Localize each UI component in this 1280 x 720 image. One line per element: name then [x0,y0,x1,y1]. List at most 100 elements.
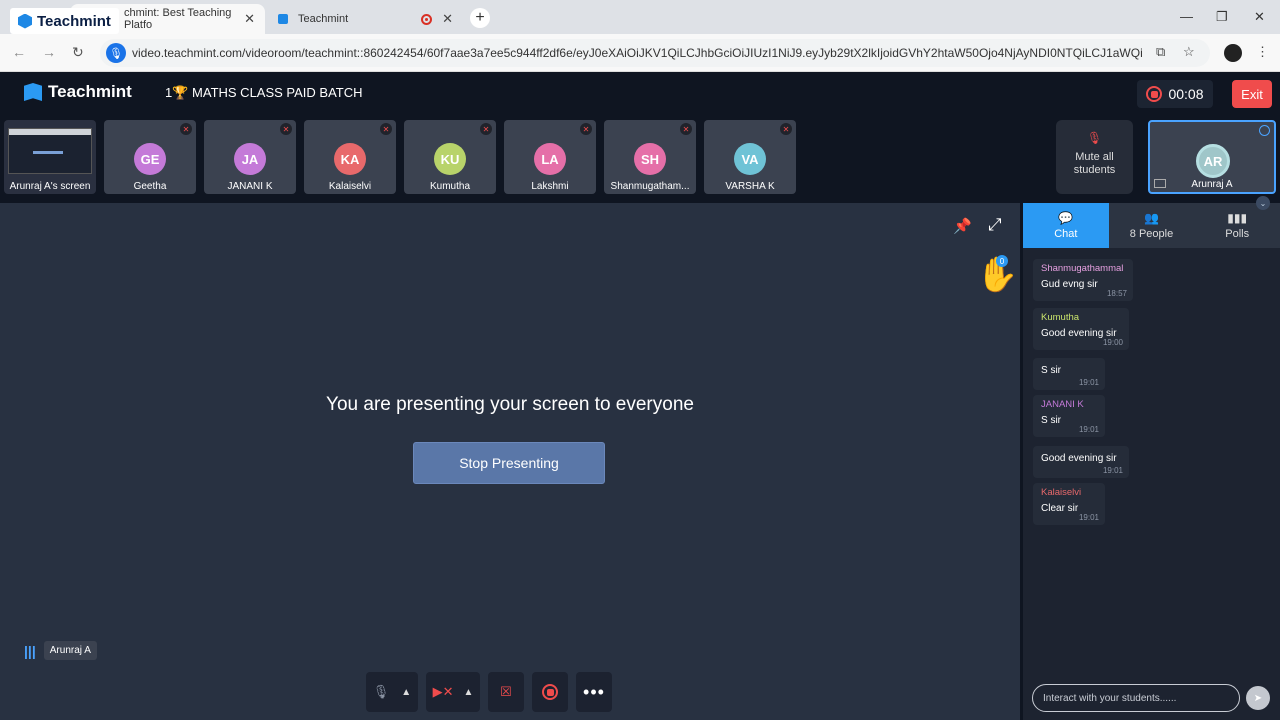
minimize-icon[interactable]: — [1180,9,1193,24]
audio-level-icon: ||| [24,642,36,659]
participant-tile[interactable]: ✕ SH Shanmugatham... [604,120,696,194]
chat-message: Kalaiselvi Clear sir 19:01 [1033,483,1105,525]
chat-message: JANANI K S sir 19:01 [1033,395,1105,437]
chat-message: Shanmugathammal Gud evng sir 18:57 [1033,259,1133,301]
close-icon[interactable]: ✕ [244,11,255,27]
message-time: 19:00 [1102,338,1123,347]
participant-tile[interactable]: ✕ GE Geetha [104,120,196,194]
teachmint-brand-overlay: Teachmint [10,8,119,34]
forward-icon[interactable]: → [42,44,56,60]
mic-access-icon[interactable]: 🎙 [106,43,126,63]
fullscreen-icon[interactable]: ⤢ [988,215,1002,235]
message-time: 19:01 [1102,466,1123,475]
chat-message: Good evening sir 19:01 [1033,446,1129,478]
recording-indicator-icon [421,13,433,25]
pin-icon[interactable]: 📌 [953,217,972,235]
record-icon [542,684,558,700]
camera-button[interactable]: ▶✕ ▲ [426,672,480,712]
participant-name: Geetha [133,181,167,192]
browser-menu-icon[interactable]: ⋮ [1256,44,1269,60]
avatar: KU [434,143,466,175]
participant-tile[interactable]: ✕ VA VARSHA K [704,120,796,194]
app-logo: Teachmint [24,82,132,102]
teachmint-logo-icon [18,13,32,29]
message-sender: Kalaiselvi [1041,487,1082,498]
microphone-button[interactable]: 🎙 ▲ [366,672,418,712]
tab-polls[interactable]: ▮▮▮ Polls [1194,203,1280,248]
chevron-up-icon[interactable]: ▲ [401,687,411,698]
presentation-stage: 📌 ⤢ ✋ 0 You are presenting your screen t… [0,203,1020,720]
participant-tile[interactable]: ✕ KA Kalaiselvi [304,120,396,194]
stop-presenting-button[interactable]: Stop Presenting [413,442,605,484]
install-app-icon[interactable]: ⧉ [1156,44,1165,60]
speaker-name: Arunraj A [43,641,97,660]
mute-all-button[interactable]: 🎙 Mute all students [1056,120,1133,194]
chevron-up-icon[interactable]: ▲ [463,687,473,698]
close-icon[interactable]: ✕ [442,11,453,27]
microphone-icon: 🎙 [372,684,390,699]
message-sender: Shanmugathammal [1041,263,1124,274]
avatar: SH [634,143,666,175]
host-name: Arunraj A [1191,179,1233,190]
panel-tabs: 💬 Chat 👥 8 People ▮▮▮ Polls [1023,203,1280,248]
info-icon[interactable] [1259,125,1270,136]
profile-avatar[interactable] [1224,44,1242,62]
chat-input[interactable]: Interact with your students...... [1032,684,1240,712]
tab-label: Polls [1225,228,1250,240]
participant-name: Lakshmi [531,181,569,192]
url-field[interactable]: 🎙 video.teachmint.com/videoroom/teachmin… [100,39,1210,67]
window-close-icon[interactable]: ✕ [1254,9,1265,25]
avatar: JA [234,143,266,175]
tab-people[interactable]: 👥 8 People [1109,203,1195,248]
raised-hand-count: 0 [996,255,1008,267]
tab-label: Chat [1054,228,1078,240]
record-icon [1146,86,1163,102]
mic-off-icon: ✕ [680,123,692,135]
avatar: KA [334,143,366,175]
brand-overlay-text: Teachmint [37,12,111,30]
message-text: Good evening sir [1041,453,1117,464]
screen-share-thumbnail [8,128,92,174]
reload-icon[interactable]: ↻ [72,44,84,61]
tab-label: 8 People [1129,228,1174,240]
avatar: GE [134,143,166,175]
send-icon: ➤ [1253,692,1263,704]
participant-name: JANANI K [227,181,273,192]
favicon-icon [278,14,288,24]
collapse-chevron-icon[interactable]: ⌄ [1256,196,1270,210]
record-button[interactable] [532,672,568,712]
exit-button[interactable]: Exit [1232,80,1272,108]
participant-tile-screen[interactable]: Arunraj A's screen [4,120,96,194]
participant-name: VARSHA K [725,181,775,192]
participant-name: Kalaiselvi [328,181,372,192]
browser-tab-title: Teachmint [298,13,349,25]
message-time: 18:57 [1106,289,1127,298]
stop-screen-share-button[interactable]: ☒ [488,672,524,712]
tab-chat[interactable]: 💬 Chat [1023,203,1109,248]
back-icon[interactable]: ← [12,44,26,60]
camera-off-icon: ▶✕ [432,684,454,699]
message-sender: JANANI K [1041,399,1084,410]
message-time: 19:01 [1078,513,1099,522]
host-avatar: AR [1196,144,1230,178]
more-options-button[interactable]: ••• [576,672,612,712]
participant-name: Shanmugatham... [610,181,690,192]
bookmark-star-icon[interactable]: ☆ [1183,44,1195,60]
more-icon: ••• [583,681,605,702]
screen-share-off-icon: ☒ [500,684,512,699]
participant-tile[interactable]: ✕ JA JANANI K [204,120,296,194]
participant-tile[interactable]: ✕ LA Lakshmi [504,120,596,194]
control-bar: 🎙 ▲ ▶✕ ▲ ☒ ••• [366,672,612,712]
restore-icon[interactable]: ❐ [1216,9,1228,25]
new-tab-button[interactable]: + [470,8,490,28]
mic-off-icon: ✕ [180,123,192,135]
message-time: 19:01 [1078,425,1099,434]
participant-tile[interactable]: ✕ KU Kumutha [404,120,496,194]
participant-name: Kumutha [429,181,471,192]
mic-off-icon: ✕ [280,123,292,135]
send-button[interactable]: ➤ [1246,686,1270,710]
class-title: 1🏆 MATHS CLASS PAID BATCH [165,85,363,100]
timer-value: 00:08 [1168,86,1204,102]
host-tile[interactable]: AR Arunraj A [1148,120,1276,194]
browser-tab-teachmint[interactable]: Teachmint ✕ [268,4,463,34]
